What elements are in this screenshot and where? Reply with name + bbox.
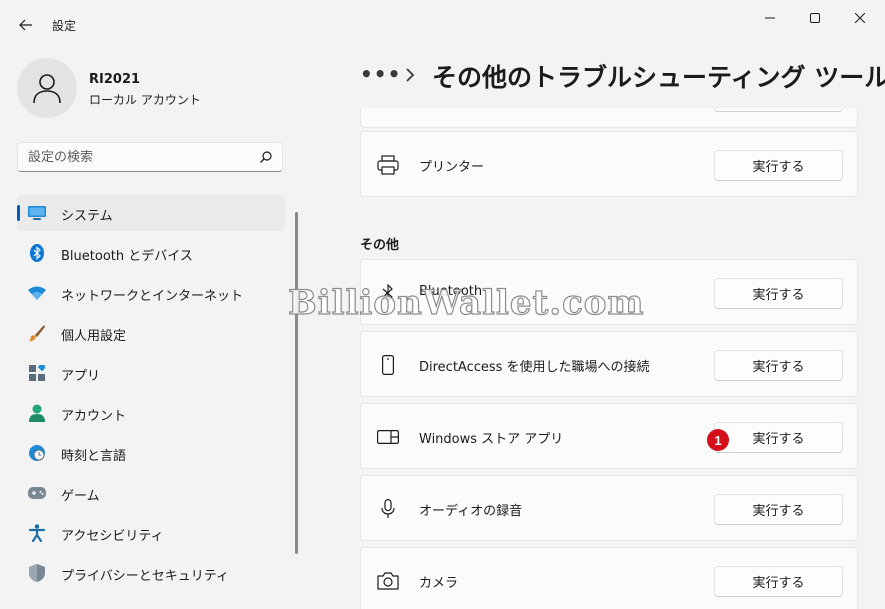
search-box[interactable] <box>17 142 283 172</box>
run-button-audio-recording[interactable]: 実行する <box>714 494 843 525</box>
store-app-icon <box>377 426 399 448</box>
settings-window: 設定 RI2021 ローカル アカウント システム Bluetooth とデバイ… <box>0 0 885 609</box>
maximize-icon <box>810 13 820 23</box>
gamepad-icon <box>28 484 46 502</box>
run-button-directaccess[interactable]: 実行する <box>714 350 843 381</box>
sidebar-item-label: アクセシビリティ <box>61 529 164 544</box>
brush-icon <box>28 324 46 342</box>
close-button[interactable] <box>838 4 882 32</box>
card-label: Windows ストア アプリ <box>419 432 564 447</box>
minimize-button[interactable] <box>748 4 792 32</box>
bluetooth-icon <box>377 282 399 304</box>
app-title: 設定 <box>52 19 77 33</box>
sidebar-item-apps[interactable]: アプリ <box>17 355 285 391</box>
user-name: RI2021 <box>89 72 141 87</box>
monitor-icon <box>28 204 46 222</box>
account-type: ローカル アカウント <box>89 93 201 107</box>
card-label: カメラ <box>419 576 459 591</box>
search-input[interactable] <box>28 148 248 166</box>
card-label: オーディオの録音 <box>419 504 523 519</box>
card-label: Bluetooth <box>419 284 483 299</box>
bluetooth-icon <box>28 244 46 262</box>
minimize-icon <box>765 17 775 19</box>
microphone-icon <box>377 498 399 520</box>
sidebar-item-label: 個人用設定 <box>61 329 127 344</box>
card-camera: カメラ 実行する <box>360 547 858 609</box>
sidebar-scrollbar[interactable] <box>295 212 298 554</box>
search-icon[interactable] <box>259 150 273 164</box>
phone-device-icon <box>377 354 399 376</box>
sidebar-nav: システム Bluetooth とデバイス ネットワークとインターネット 個人用設… <box>17 195 285 595</box>
printer-icon <box>377 154 399 176</box>
person-icon <box>33 74 61 104</box>
selection-indicator <box>17 205 20 221</box>
sidebar-item-label: ゲーム <box>61 489 100 504</box>
sidebar-item-system[interactable]: システム <box>17 195 285 231</box>
sidebar-item-label: 時刻と言語 <box>61 449 127 464</box>
shield-icon <box>28 564 46 582</box>
maximize-button[interactable] <box>793 4 837 32</box>
person-icon <box>28 404 46 422</box>
run-button-printer[interactable]: 実行する <box>714 150 843 181</box>
card-printer: プリンター 実行する <box>360 131 858 197</box>
close-icon <box>855 13 865 23</box>
card-directaccess: DirectAccess を使用した職場への接続 実行する <box>360 331 858 397</box>
wifi-icon <box>28 284 46 302</box>
card-audio-recording: オーディオの録音 実行する <box>360 475 858 541</box>
sidebar-item-label: Bluetooth とデバイス <box>61 249 193 264</box>
breadcrumb-ellipsis[interactable]: ••• <box>360 62 401 86</box>
run-button-windows-store-apps[interactable]: 1 実行する <box>707 422 843 453</box>
run-button-bluetooth[interactable]: 実行する <box>714 278 843 309</box>
section-heading-other: その他 <box>360 238 400 253</box>
back-button[interactable] <box>12 12 40 38</box>
sidebar-item-gaming[interactable]: ゲーム <box>17 475 285 511</box>
annotation-badge: 1 <box>707 429 729 451</box>
partial-card <box>360 108 858 128</box>
sidebar-item-personalization[interactable]: 個人用設定 <box>17 315 285 351</box>
sidebar-item-label: ネットワークとインターネット <box>61 289 244 304</box>
card-label: プリンター <box>419 160 485 175</box>
apps-icon <box>28 364 46 382</box>
sidebar-item-label: プライバシーとセキュリティ <box>61 569 229 584</box>
sidebar-item-privacy-security[interactable]: プライバシーとセキュリティ <box>17 555 285 591</box>
sidebar-item-bluetooth[interactable]: Bluetooth とデバイス <box>17 235 285 271</box>
sidebar-item-time-language[interactable]: 時刻と言語 <box>17 435 285 471</box>
page-title: その他のトラブルシューティング ツール <box>432 63 885 92</box>
sidebar-item-label: アプリ <box>61 369 101 384</box>
back-arrow-icon <box>19 19 32 31</box>
card-bluetooth: Bluetooth 実行する <box>360 259 858 325</box>
sidebar-item-accounts[interactable]: アカウント <box>17 395 285 431</box>
card-label: DirectAccess を使用した職場への接続 <box>419 360 650 375</box>
avatar[interactable] <box>17 58 77 118</box>
title-bar: 設定 <box>0 0 885 48</box>
run-button-partial[interactable] <box>714 108 843 112</box>
sidebar-item-label: システム <box>61 209 113 224</box>
content-pane: プリンター 実行する その他 Bluetooth 実行する DirectAcce… <box>350 108 885 609</box>
run-button-camera[interactable]: 実行する <box>714 566 843 597</box>
sidebar-item-network[interactable]: ネットワークとインターネット <box>17 275 285 311</box>
chevron-right-icon <box>406 68 415 82</box>
clock-globe-icon <box>28 444 46 462</box>
accessibility-icon <box>28 524 46 542</box>
sidebar-item-accessibility[interactable]: アクセシビリティ <box>17 515 285 551</box>
camera-icon <box>377 570 399 592</box>
card-windows-store-apps: Windows ストア アプリ 1 実行する <box>360 403 858 469</box>
button-label: 実行する <box>752 432 805 447</box>
sidebar-item-label: アカウント <box>61 409 127 424</box>
